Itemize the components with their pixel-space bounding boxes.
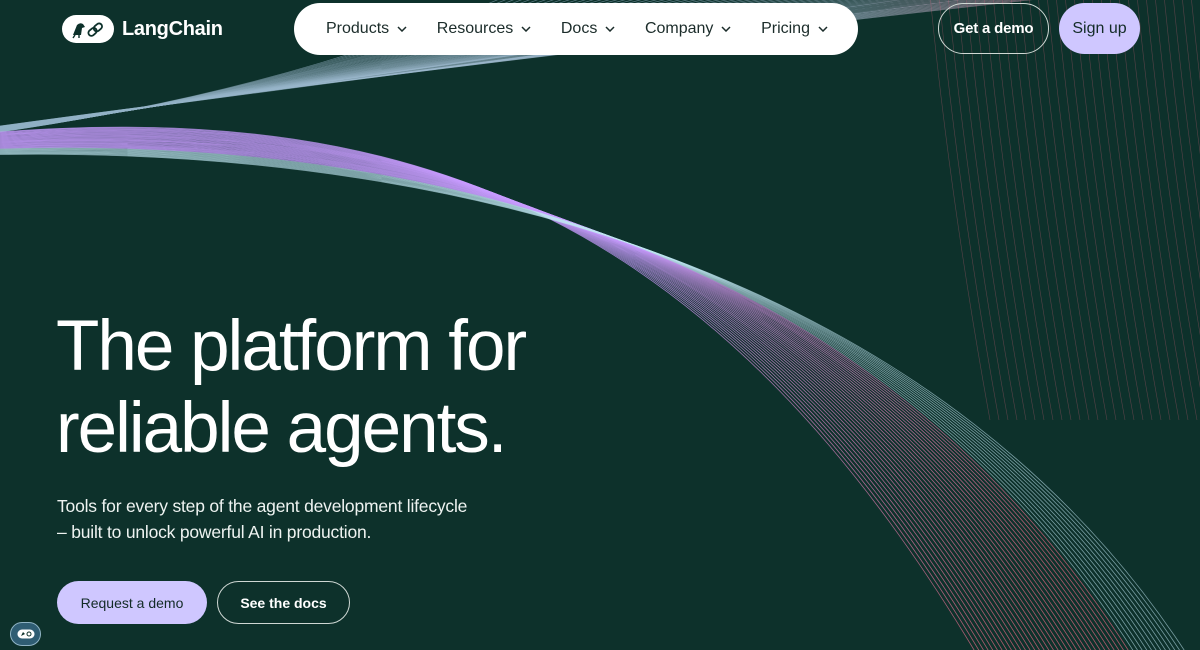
see-the-docs-button[interactable]: See the docs [217,581,350,624]
background-line [1092,0,1153,421]
hero-subtitle-line-2: – built to unlock powerful AI in product… [57,522,372,542]
brand-name: LangChain [122,17,223,40]
nav-item-label: Products [326,20,390,37]
request-a-demo-button[interactable]: Request a demo [57,581,207,624]
background-line [948,0,1009,421]
nav-item-label: Pricing [761,20,810,37]
nav-item-label: Docs [560,20,598,37]
nav-item-company[interactable]: Company [639,20,737,38]
background-line [966,0,1027,421]
background-line [1074,0,1135,421]
background-line [1182,0,1200,155]
background-line [975,0,1036,421]
nav-item-pricing[interactable]: Pricing [755,20,834,38]
hero-headline: The platform for reliable agents. [56,306,676,470]
nav-item-resources[interactable]: Resources [431,20,537,38]
background-line [1011,0,1072,421]
parrot-widget-icon[interactable] [10,622,41,646]
background-line [1128,0,1189,421]
background-line [1155,0,1200,336]
background-line [930,0,991,421]
chevron-down-icon [721,26,731,32]
brand-logo[interactable]: LangChain [62,14,223,44]
background-line [957,0,1018,421]
background-line [1029,0,1090,421]
chevron-down-icon [818,26,828,32]
background-line [1047,0,1108,421]
sign-up-button[interactable]: Sign up [1059,3,1140,54]
nav-item-label: Company [644,20,714,37]
nav-item-label: Resources [436,20,514,37]
hero-headline-line-1: The platform for [56,307,527,386]
hero-headline-line-2: reliable agents. [56,389,508,468]
chevron-down-icon [605,26,615,32]
background-line [984,0,1045,421]
main-nav: Products Resources Docs Company Pricing [294,3,858,55]
background-line [1020,0,1081,421]
hero-subtitle: Tools for every step of the agent develo… [57,493,527,545]
background-line [939,0,1000,421]
background-line [1110,0,1171,421]
background-line [993,0,1054,421]
parrot-link-icon [62,15,114,43]
background-line [1002,0,1063,421]
background-line [1083,0,1144,421]
hero-subtitle-line-1: Tools for every step of the agent develo… [57,496,468,516]
nav-item-products[interactable]: Products [320,20,413,38]
get-a-demo-button[interactable]: Get a demo [938,3,1049,54]
background-line [1119,0,1180,421]
chevron-down-icon [521,26,531,32]
background-line [1056,0,1117,421]
chevron-down-icon [397,26,407,32]
background-line [1137,0,1198,421]
background-line [1101,0,1162,421]
background-line [1065,0,1126,421]
background-line [1038,0,1099,421]
nav-item-docs[interactable]: Docs [555,20,621,38]
